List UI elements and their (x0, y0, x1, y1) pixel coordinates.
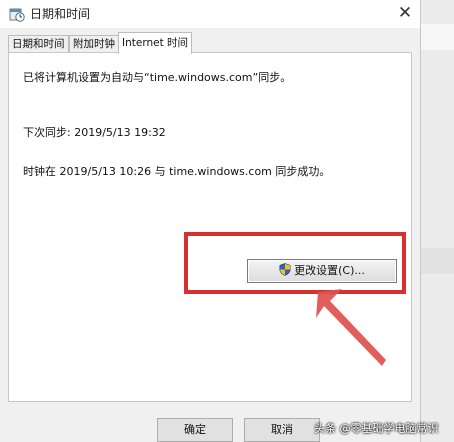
tab-internet-time[interactable]: Internet 时间 (118, 32, 193, 54)
calendar-clock-icon (9, 6, 25, 22)
sync-setting-text: 已将计算机设置为自动与“time.windows.com”同步。 (23, 71, 292, 84)
internet-time-panel: 已将计算机设置为自动与“time.windows.com”同步。 下次同步: 2… (8, 52, 412, 402)
background-strip (420, 24, 454, 50)
next-sync-text: 下次同步: 2019/5/13 19:32 (23, 126, 166, 139)
ok-button[interactable]: 确定 (157, 418, 233, 442)
tab-date-time[interactable]: 日期和时间 (8, 35, 69, 53)
cancel-button[interactable]: 取消 (244, 418, 320, 442)
window-title: 日期和时间 (30, 7, 91, 21)
date-time-dialog: 日期和时间 ✕ 日期和时间 附加时钟 Internet 时间 已将计算机设置为自… (0, 0, 421, 442)
title-bar: 日期和时间 ✕ (0, 0, 420, 28)
change-settings-button[interactable]: 更改设置(C)... (247, 259, 397, 283)
close-button[interactable]: ✕ (390, 0, 420, 28)
background-strip (420, 248, 454, 274)
uac-shield-icon (279, 262, 291, 276)
change-settings-label: 更改设置(C)... (294, 264, 365, 277)
tab-additional-clocks[interactable]: 附加时钟 (69, 35, 119, 53)
last-sync-text: 时钟在 2019/5/13 10:26 与 time.windows.com 同… (23, 165, 331, 178)
watermark: 头条 @零基础学电脑常识 (314, 422, 439, 435)
background-window (420, 0, 454, 442)
